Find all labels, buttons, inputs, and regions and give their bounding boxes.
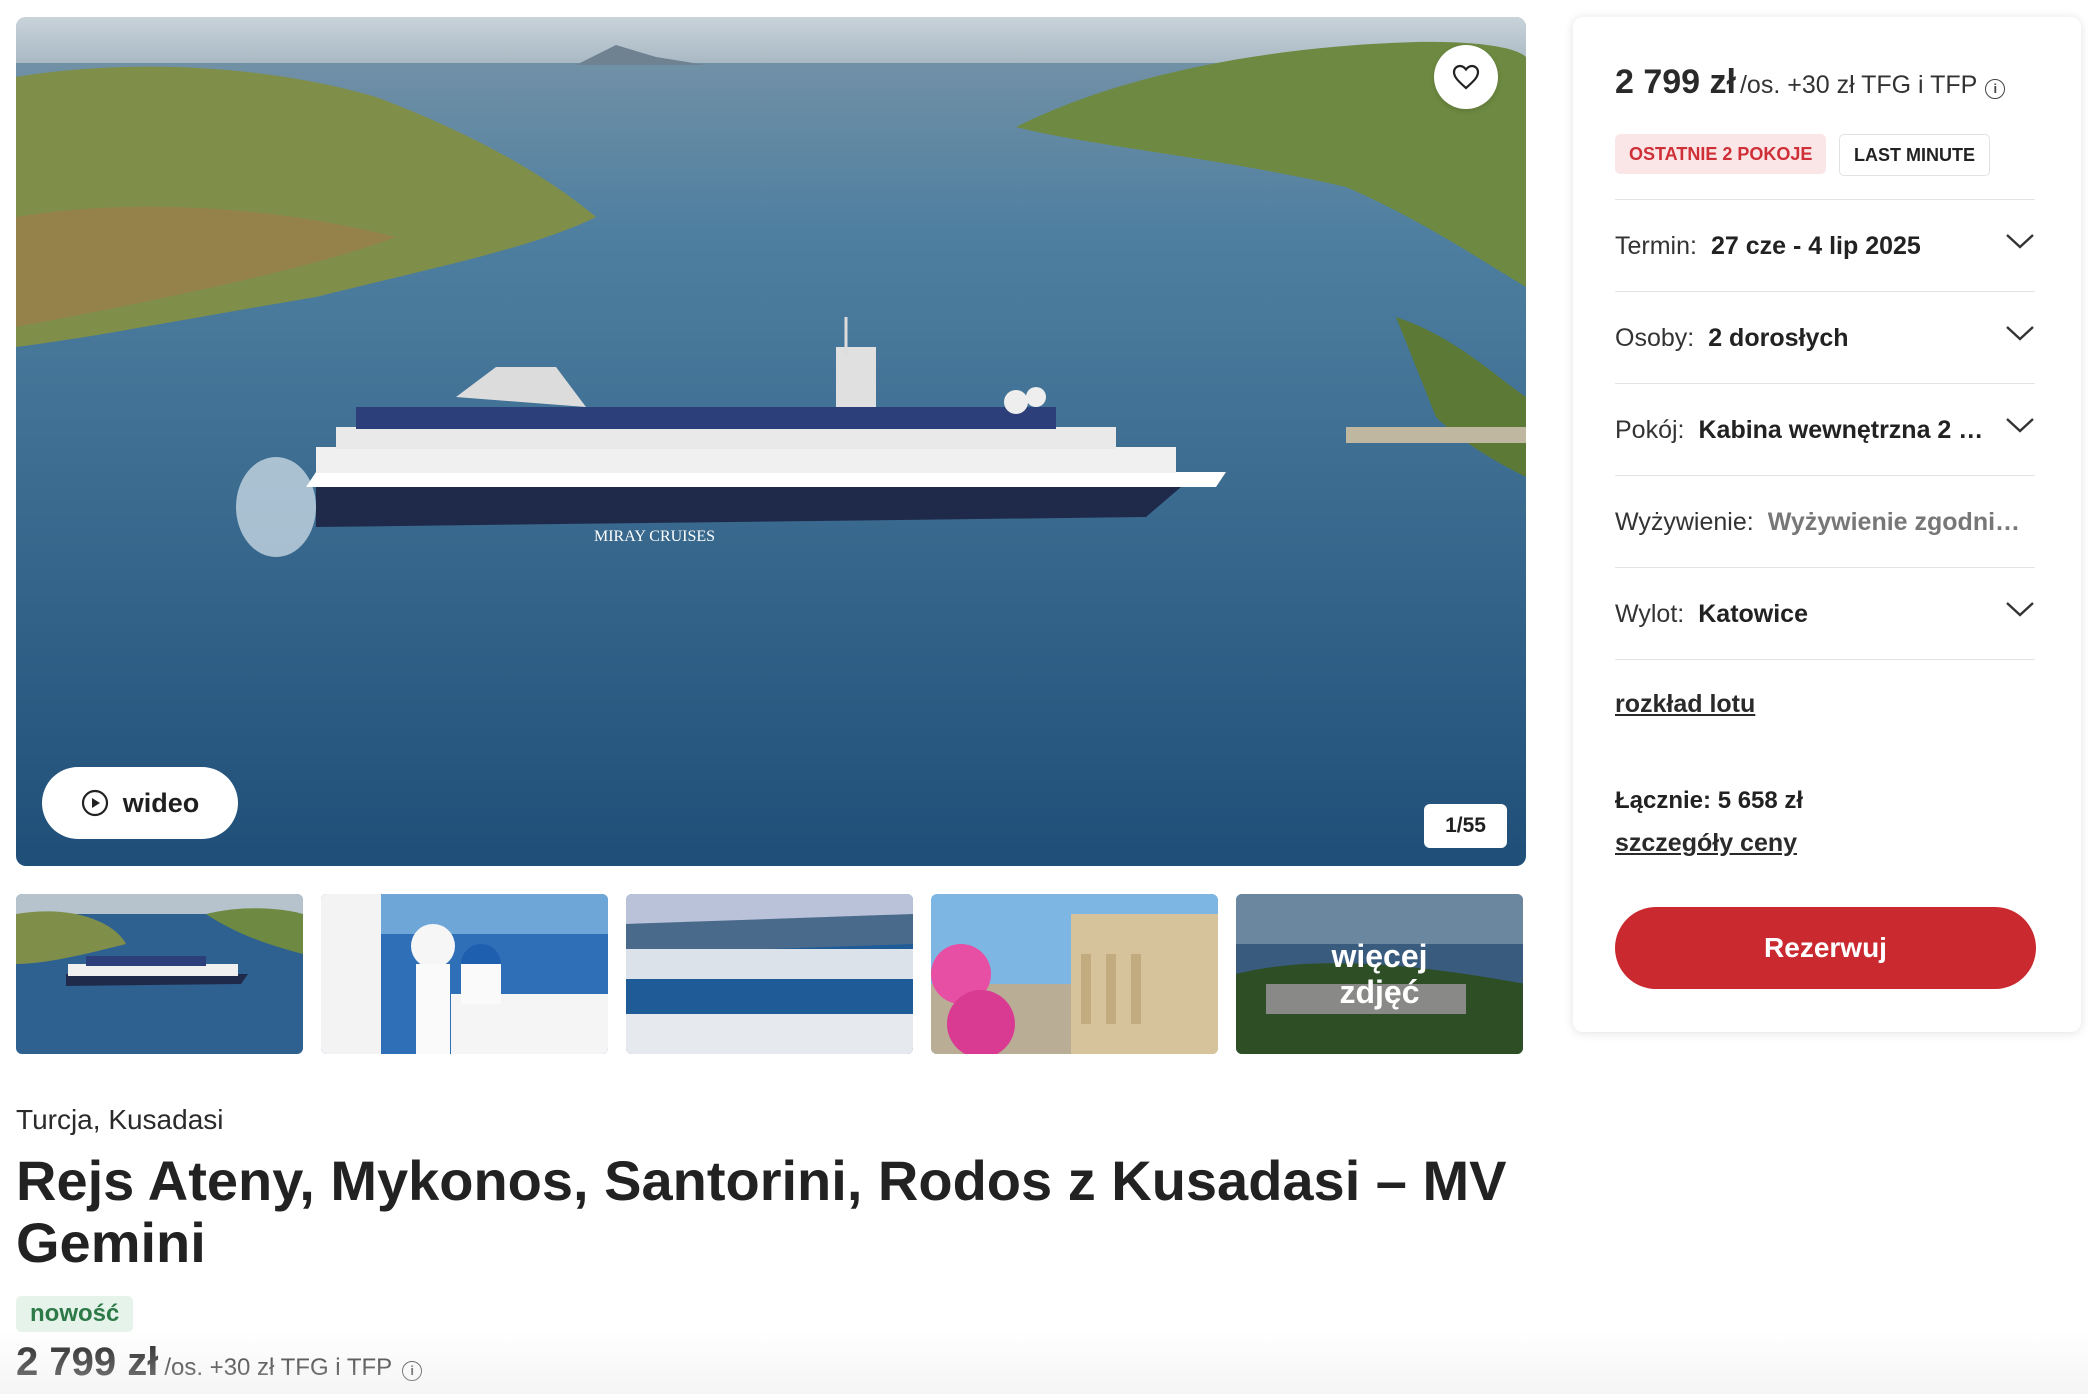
last-minute-tag: LAST MINUTE xyxy=(1839,134,1990,176)
video-button[interactable]: wideo xyxy=(42,767,238,839)
thumbnail-athens[interactable] xyxy=(931,894,1218,1054)
video-label: wideo xyxy=(122,787,200,818)
last-rooms-tag: OSTATNIE 2 POKOJE xyxy=(1615,134,1827,174)
persons-label: Osoby: xyxy=(1615,323,1695,352)
thumbnail-strip: więcej zdjęć xyxy=(16,894,1526,1054)
thumbnail-santorini[interactable] xyxy=(321,894,608,1054)
booking-price: 2 799 zł /os. +30 zł TFG i TFP i xyxy=(1615,63,2006,102)
offer-price: 2 799 zł /os. +30 zł TFG i TFP i xyxy=(16,1340,423,1385)
price-details-link[interactable]: szczegóły ceny xyxy=(1615,829,1797,858)
room-select[interactable]: Pokój: Kabina wewnętrzna 2 osobowa xyxy=(1615,383,2035,476)
main-photo[interactable]: MIRAY CRUISES wideo 1/55 xyxy=(16,17,1526,866)
offer-title: Rejs Ateny, Mykonos, Santorini, Rodos z … xyxy=(16,1149,1507,1274)
more-photos-button[interactable]: więcej zdjęć xyxy=(1236,894,1523,1054)
room-value: Kabina wewnętrzna 2 osobowa xyxy=(1698,415,1990,444)
book-button[interactable]: Rezerwuj xyxy=(1615,907,2036,989)
info-icon[interactable]: i xyxy=(402,1360,423,1381)
date-select[interactable]: Termin: 27 cze - 4 lip 2025 xyxy=(1615,199,2035,292)
more-photos-label: więcej zdjęć xyxy=(1236,894,1523,1054)
photo-counter: 1/55 xyxy=(1424,804,1507,848)
favorite-button[interactable] xyxy=(1434,45,1498,109)
new-badge: nowość xyxy=(16,1296,134,1332)
chevron-down-icon xyxy=(2006,326,2034,341)
date-label: Termin: xyxy=(1615,231,1697,260)
offer-location: Turcja, Kusadasi xyxy=(16,1104,224,1135)
persons-value: 2 dorosłych xyxy=(1708,323,1849,352)
board-field: Wyżywienie: Wyżywienie zgodnie z program… xyxy=(1615,475,2035,568)
total-price: Łącznie: 5 658 zł xyxy=(1615,787,1804,814)
divider xyxy=(1615,659,2035,660)
offer-price-suffix: /os. +30 zł TFG i TFP xyxy=(164,1354,393,1381)
room-label: Pokój: xyxy=(1615,415,1685,444)
cruise-ship-photo: MIRAY CRUISES xyxy=(16,17,1526,866)
ship-name-text: MIRAY CRUISES xyxy=(594,528,715,545)
thumbnail-mykonos[interactable] xyxy=(626,894,913,1054)
chevron-down-icon xyxy=(2006,418,2034,433)
thumbnail-ship[interactable] xyxy=(16,894,303,1054)
info-icon[interactable]: i xyxy=(1985,78,2006,99)
departure-label: Wylot: xyxy=(1615,599,1685,628)
persons-select[interactable]: Osoby: 2 dorosłych xyxy=(1615,291,2035,384)
departure-select[interactable]: Wylot: Katowice xyxy=(1615,567,2035,660)
chevron-down-icon xyxy=(2006,602,2034,617)
offer-price-amount: 2 799 zł xyxy=(16,1340,159,1384)
booking-price-amount: 2 799 zł xyxy=(1615,63,1736,101)
board-label: Wyżywienie: xyxy=(1615,507,1754,536)
board-value: Wyżywienie zgodnie z programem xyxy=(1767,507,2023,536)
booking-price-suffix: /os. +30 zł TFG i TFP xyxy=(1739,71,1978,99)
booking-panel: 2 799 zł /os. +30 zł TFG i TFP i OSTATNI… xyxy=(1573,17,2081,1032)
chevron-down-icon xyxy=(2006,234,2034,249)
flight-schedule-link[interactable]: rozkład lotu xyxy=(1615,690,1755,719)
departure-value: Katowice xyxy=(1698,599,1808,628)
heart-icon xyxy=(1452,64,1480,90)
play-icon xyxy=(81,789,108,817)
date-value: 27 cze - 4 lip 2025 xyxy=(1710,231,1921,260)
